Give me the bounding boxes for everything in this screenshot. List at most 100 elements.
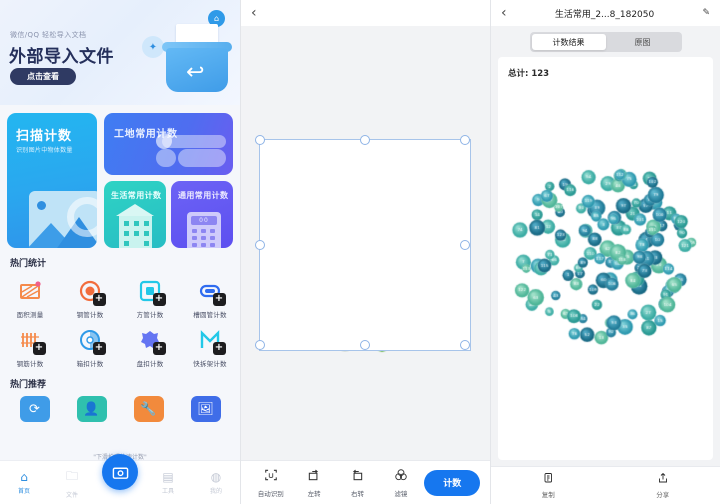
hot-stats-grid: + 面积测量 + 钢管计数 + 方管计数 + 槽圆管计数 + 钢筋计数 + 箱扣计数 + 盘扣计数 + 快拆架…: [0, 273, 240, 371]
plus-badge-icon: +: [212, 342, 226, 355]
bubble-small-icon: ✦: [142, 36, 164, 58]
tool-rotate-right[interactable]: 右转: [337, 468, 377, 498]
hot-stat-item[interactable]: + 钢管计数: [60, 273, 120, 322]
image-icon: [29, 191, 97, 248]
app-screenshot: 微信/QQ 轻松导入文档 外部导入文件 点击查看 ✦ ⌂ ↩ 扫描计数 识别图片…: [0, 0, 720, 504]
steel-pipe-icon: +: [77, 277, 106, 306]
editor-toolbar: 自动识别 左转 右转 滤镜 计数: [241, 460, 490, 504]
photo-icon: 🖼: [190, 396, 221, 422]
auto-detect-icon: [264, 468, 278, 485]
hot-stat-label: 方管计数: [136, 311, 164, 319]
hot-stats-heading: 热门统计: [10, 259, 47, 269]
hot-recommend-row: ⟳ 👤 🔧 🖼: [0, 394, 240, 425]
result-header: ‹ 生活常用_2...8_182050 ✎: [491, 0, 720, 26]
hot-stat-item[interactable]: + 快拆架计数: [180, 322, 240, 371]
recommend-item[interactable]: 🖼: [183, 396, 229, 425]
plus-badge-icon: +: [212, 293, 226, 306]
resize-handle[interactable]: [255, 240, 265, 250]
card-general-title: 通用常用计数: [178, 191, 229, 200]
resize-handle[interactable]: [460, 240, 470, 250]
tabbar-item-首页[interactable]: ⌂ 首页: [0, 470, 48, 495]
filter-icon: [394, 468, 408, 485]
hot-stat-label: 面积测量: [16, 311, 44, 319]
tabbar-label: 我的: [209, 488, 222, 495]
tool-auto-detect[interactable]: 自动识别: [251, 468, 291, 498]
plus-badge-icon: +: [152, 342, 166, 355]
tool-label: 滤镜: [394, 489, 408, 498]
tabbar-item-工具[interactable]: ▤ 工具: [144, 470, 192, 495]
card-scan-title: 扫描计数: [16, 129, 73, 144]
result-tab-计数结果[interactable]: 计数结果: [531, 34, 606, 50]
recommend-item[interactable]: ⟳: [12, 396, 58, 425]
recommend-item[interactable]: 👤: [69, 396, 115, 425]
square-pipe-icon: +: [137, 277, 166, 306]
panel-home: 微信/QQ 轻松导入文档 外部导入文件 点击查看 ✦ ⌂ ↩ 扫描计数 识别图片…: [0, 0, 240, 504]
camera-fab-button[interactable]: [102, 454, 138, 490]
hot-stat-item[interactable]: + 槽圆管计数: [180, 273, 240, 322]
tabbar-label: 首页: [17, 488, 30, 495]
result-tab-原图[interactable]: 原图: [606, 34, 680, 50]
editor-canvas-area[interactable]: [241, 26, 490, 460]
tools-icon: ▤: [162, 470, 174, 484]
rotate-left-icon: [307, 468, 321, 485]
resize-handle[interactable]: [360, 340, 370, 350]
action-copy[interactable]: 复制: [491, 472, 606, 499]
plus-badge-icon: +: [32, 342, 46, 355]
tool-label: 自动识别: [257, 489, 284, 498]
plus-badge-icon: +: [92, 293, 106, 306]
buckle-icon: +: [77, 326, 106, 355]
quick-frame-icon: +: [197, 326, 226, 355]
hot-stat-label: 快拆架计数: [193, 360, 227, 368]
resize-handle[interactable]: [255, 340, 265, 350]
hot-recommend-heading: 热门推荐: [10, 380, 47, 390]
area-measure-icon: +: [17, 277, 44, 304]
hot-stat-label: 钢管计数: [76, 311, 104, 319]
selection-box[interactable]: [255, 135, 471, 351]
tabbar-item-文件[interactable]: 🗀 文件: [48, 467, 96, 499]
import-arrow-icon: ↩: [186, 60, 205, 85]
result-tabs: 计数结果 原图: [491, 26, 720, 57]
feature-cards: 扫描计数 识别图片中物体数量 工地常用计数 生活常用计数 通用常用计数 00: [0, 105, 240, 250]
result-actions: 复制 分享: [491, 466, 720, 504]
card-scan-count[interactable]: 扫描计数 识别图片中物体数量: [7, 113, 97, 248]
resize-handle[interactable]: [460, 135, 470, 145]
hot-stat-label: 箱扣计数: [76, 360, 104, 368]
count-button[interactable]: 计数: [424, 469, 481, 496]
annotated-image-canvas[interactable]: [498, 83, 713, 460]
tabbar-item-我的[interactable]: ◍ 我的: [192, 470, 240, 495]
hot-stat-item[interactable]: + 盘扣计数: [120, 322, 180, 371]
hot-stat-item[interactable]: + 方管计数: [120, 273, 180, 322]
banner-subtitle: 微信/QQ 轻松导入文档: [10, 31, 87, 39]
plus-badge-icon: +: [92, 342, 106, 355]
tool-filter[interactable]: 滤镜: [381, 468, 421, 498]
hot-stat-item[interactable]: + 钢筋计数: [0, 322, 60, 371]
banner-view-button[interactable]: 点击查看: [10, 68, 76, 85]
tool-rotate-left[interactable]: 左转: [294, 468, 334, 498]
hot-stat-label: 槽圆管计数: [193, 311, 227, 319]
recommend-item[interactable]: 🔧: [126, 396, 172, 425]
folder-icon: 🗀: [65, 468, 78, 483]
resize-handle[interactable]: [460, 340, 470, 350]
share-icon: [657, 472, 669, 487]
card-life-count[interactable]: 生活常用计数: [104, 181, 166, 248]
hot-stat-item[interactable]: + 面积测量: [0, 273, 60, 322]
card-site-count[interactable]: 工地常用计数: [104, 113, 233, 175]
plus-badge-icon: +: [152, 293, 166, 306]
banner-title: 外部导入文件: [9, 47, 114, 67]
hot-stat-item[interactable]: + 箱扣计数: [60, 322, 120, 371]
rebar-icon: +: [17, 326, 46, 355]
pencil-icon[interactable]: ✎: [702, 8, 710, 18]
action-label: 复制: [541, 491, 555, 499]
banner-illustration: ✦ ⌂ ↩: [142, 10, 232, 100]
import-banner[interactable]: 微信/QQ 轻松导入文档 外部导入文件 点击查看 ✦ ⌂ ↩: [0, 0, 240, 105]
tabbar-label: 文件: [65, 491, 78, 499]
resize-handle[interactable]: [255, 135, 265, 145]
resize-handle[interactable]: [360, 135, 370, 145]
chevron-left-icon[interactable]: ‹: [251, 5, 257, 21]
transform-icon: ⟳: [19, 396, 50, 422]
action-share[interactable]: 分享: [606, 472, 720, 499]
card-general-count[interactable]: 通用常用计数 00: [171, 181, 233, 248]
tool-label: 右转: [350, 489, 364, 498]
chevron-left-icon[interactable]: ‹: [501, 5, 507, 21]
person-icon: 👤: [76, 396, 107, 422]
